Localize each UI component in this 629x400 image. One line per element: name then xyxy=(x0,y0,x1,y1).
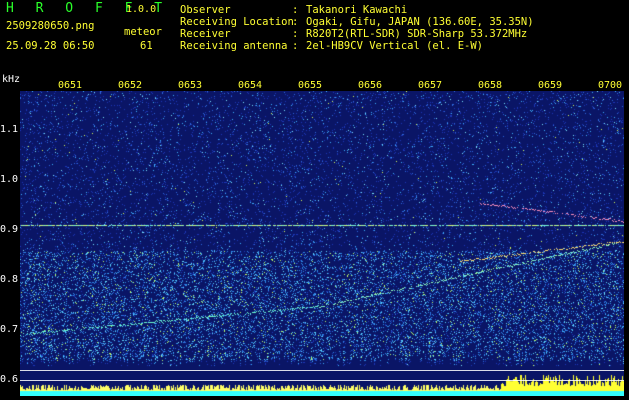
antenna-sep: : xyxy=(292,40,299,52)
time-label-0656: 0656 xyxy=(358,80,383,91)
time-label-0700: 0700 xyxy=(598,80,623,91)
y-label-0-7: 0.7 xyxy=(0,324,19,335)
capture-datetime: 25.09.28 06:50 xyxy=(6,40,95,52)
spectrogram-plot xyxy=(20,91,624,396)
y-label-1-1: 1.1 xyxy=(0,124,19,135)
frequency-unit-label: kHz xyxy=(2,74,21,85)
y-label-0-6: 0.6 xyxy=(0,374,19,385)
app-version: 1.0.0 xyxy=(126,4,157,15)
time-label-0657: 0657 xyxy=(418,80,443,91)
time-label-0655: 0655 xyxy=(298,80,323,91)
antenna-value: 2el-HB9CV Vertical (el. E-W) xyxy=(306,40,484,52)
reference-line xyxy=(20,370,624,371)
observer-key: Observer xyxy=(180,4,231,16)
meteor-count: 61 xyxy=(140,40,153,52)
time-label-0651: 0651 xyxy=(58,80,83,91)
time-label-0652: 0652 xyxy=(118,80,143,91)
time-label-0653: 0653 xyxy=(178,80,203,91)
location-sep: : xyxy=(292,16,299,28)
time-label-0654: 0654 xyxy=(238,80,263,91)
time-label-0659: 0659 xyxy=(538,80,563,91)
y-label-1-0: 1.0 xyxy=(0,174,19,185)
meteor-label: meteor xyxy=(124,26,162,38)
location-value: Ogaki, Gifu, JAPAN (136.60E, 35.35N) xyxy=(306,16,534,28)
reference-line xyxy=(20,380,624,381)
y-label-0-8: 0.8 xyxy=(0,274,19,285)
time-label-0658: 0658 xyxy=(478,80,503,91)
location-key: Receiving Location xyxy=(180,16,294,28)
receiver-sep: : xyxy=(292,28,299,40)
observer-sep: : xyxy=(292,4,299,16)
hrofft-window: H R O F F T 1.0.0 2509280650.png meteor … xyxy=(0,0,629,400)
spectrogram-canvas xyxy=(20,91,624,396)
antenna-key: Receiving antenna xyxy=(180,40,288,52)
receiver-key: Receiver xyxy=(180,28,231,40)
file-name: 2509280650.png xyxy=(6,20,95,32)
y-label-0-9: 0.9 xyxy=(0,224,19,235)
receiver-value: R820T2(RTL-SDR) SDR-Sharp 53.372MHz xyxy=(306,28,528,40)
observer-value: Takanori Kawachi xyxy=(306,4,408,16)
